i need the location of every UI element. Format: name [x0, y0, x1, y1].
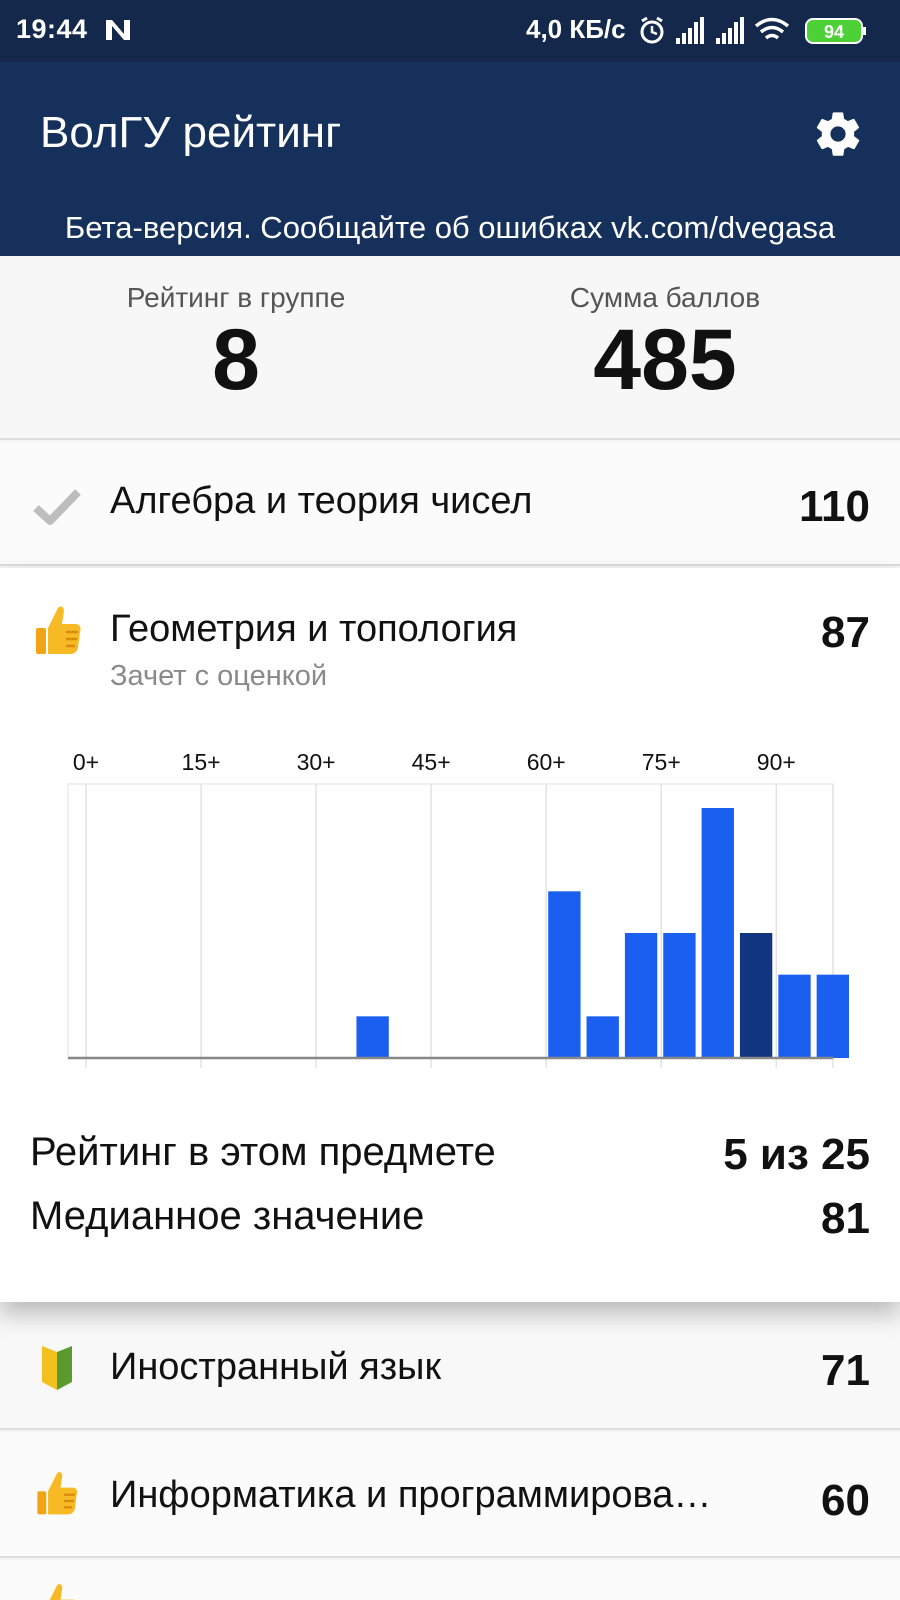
x-tick-label: 60+	[527, 749, 566, 775]
subject-card-geometry[interactable]: Геометрия и топология Зачет с оценкой 87…	[0, 568, 900, 1302]
x-tick-label: 75+	[642, 749, 681, 775]
subject-score: 87	[821, 608, 870, 657]
group-rating-value: 8	[212, 312, 260, 408]
thumbs-up-icon	[49, 1583, 75, 1600]
signal-icon	[676, 17, 704, 44]
histogram-bar	[816, 974, 849, 1058]
subject-name: Геометрия и топология	[110, 608, 518, 650]
subject-score: 71	[821, 1346, 870, 1395]
gear-icon[interactable]	[812, 108, 864, 160]
subject-row-informatics[interactable]: Информатика и программирова… 60	[0, 1432, 900, 1558]
x-tick-label: 30+	[297, 749, 336, 775]
median-label: Медианное значение	[30, 1194, 425, 1238]
svg-text:94: 94	[824, 22, 844, 42]
battery-icon: 94	[805, 18, 866, 44]
beginner-badge-icon	[42, 1346, 72, 1390]
app-title: ВолГУ рейтинг	[40, 108, 342, 157]
subject-name: Алгебра и теория чисел	[110, 480, 533, 522]
thumbs-up-icon	[37, 1471, 78, 1515]
n-app-icon	[106, 20, 130, 40]
status-bar: 19:44 4,0 КБ/с 94	[0, 0, 900, 62]
histogram-bar	[739, 933, 773, 1058]
subject-rating-value: 5 из 25	[723, 1130, 870, 1179]
subject-rating-stat: Рейтинг в этом предмете 5 из 25	[30, 1130, 870, 1179]
signal-icon	[716, 17, 744, 44]
status-icons: 94	[640, 16, 866, 44]
group-rating: Рейтинг в группе 8	[86, 282, 386, 404]
subject-name: Иностранный язык	[110, 1346, 442, 1388]
histogram-bar	[356, 1016, 389, 1058]
subject-row-algebra[interactable]: Алгебра и теория чисел 110	[0, 442, 900, 566]
x-tick-label: 0+	[73, 749, 99, 775]
thumbs-up-icon	[36, 606, 81, 654]
wifi-icon	[754, 17, 790, 40]
network-speed: 4,0 КБ/с	[526, 14, 626, 44]
total-points-label: Сумма баллов	[569, 282, 761, 313]
beta-notice[interactable]: Бета-версия. Сообщайте об ошибках vk.com…	[0, 210, 900, 246]
histogram-bar	[586, 1016, 619, 1058]
histogram-bar	[701, 808, 734, 1058]
app-bar: ВолГУ рейтинг Бета-версия. Сообщайте об …	[0, 62, 900, 256]
histogram-bar	[624, 933, 658, 1058]
histogram-bar	[548, 891, 581, 1058]
status-time: 19:44	[16, 14, 88, 44]
x-tick-label: 90+	[757, 749, 796, 775]
subject-row-foreign-language[interactable]: Иностранный язык 71	[0, 1302, 900, 1430]
x-tick-label: 15+	[182, 749, 221, 775]
subject-rating-label: Рейтинг в этом предмете	[30, 1130, 496, 1174]
group-rating-label: Рейтинг в группе	[126, 282, 346, 313]
x-tick-label: 45+	[412, 749, 451, 775]
median-stat: Медианное значение 81	[30, 1194, 870, 1243]
total-points-value: 485	[593, 312, 737, 408]
assessment-type: Зачет с оценкой	[110, 660, 328, 692]
histogram-bar	[778, 974, 811, 1058]
check-icon	[33, 489, 81, 525]
subject-score: 110	[799, 482, 870, 531]
total-points: Сумма баллов 485	[515, 282, 815, 404]
score-histogram: 0+ 15+ 30+ 45+ 60+ 75+ 90+	[67, 749, 849, 1068]
median-value: 81	[821, 1194, 870, 1243]
alarm-icon	[640, 16, 664, 44]
subject-name: Информатика и программирова…	[110, 1474, 712, 1516]
histogram-bar	[663, 933, 696, 1058]
subject-score: 60	[821, 1476, 870, 1525]
summary-panel: Рейтинг в группе 8 Сумма баллов 485	[0, 256, 900, 440]
subject-row-next[interactable]	[0, 1560, 900, 1600]
